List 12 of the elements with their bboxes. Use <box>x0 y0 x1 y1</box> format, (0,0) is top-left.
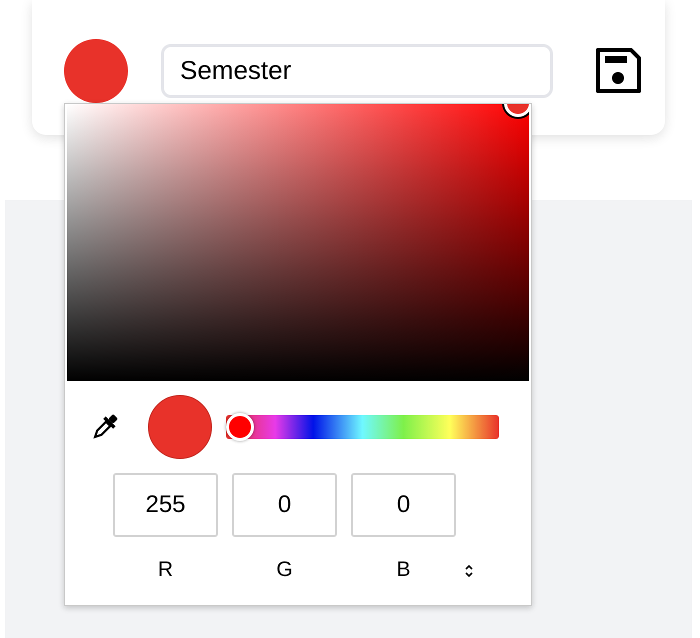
channel-label: G <box>276 557 293 583</box>
hue-slider-thumb[interactable] <box>226 413 254 441</box>
saturation-area[interactable] <box>67 104 529 381</box>
channel-label: R <box>158 557 174 583</box>
hue-slider[interactable] <box>226 415 499 439</box>
channel-label: B <box>396 557 410 583</box>
title-input[interactable]: Semester <box>161 44 553 98</box>
channel-input[interactable]: 255 <box>113 473 218 537</box>
channel-input[interactable]: 0 <box>351 473 456 537</box>
up-down-chevron-icon[interactable] <box>464 563 474 579</box>
save-icon[interactable] <box>594 46 642 94</box>
channel-input[interactable]: 0 <box>232 473 337 537</box>
